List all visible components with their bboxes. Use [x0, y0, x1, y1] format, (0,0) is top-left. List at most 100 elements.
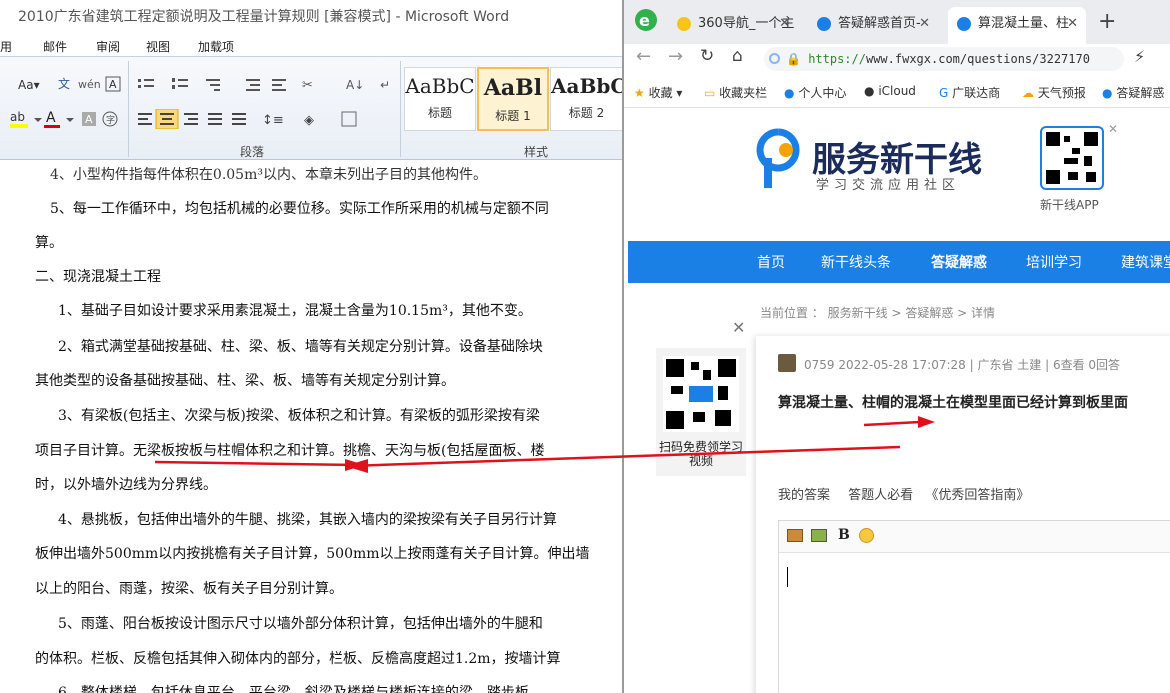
doc-line: 5、雨蓬、阳台板按设计图示尺寸以墙外部分体积计算，包括伸出墙外的牛腿和 [58, 616, 543, 632]
glodon-icon: G [939, 86, 949, 100]
folder-icon: ▭ [704, 86, 716, 100]
doc-line: 项目子目计算。无梁板按板与柱帽体积之和计算。挑檐、天沟与板(包括屋面板、楼 [35, 443, 545, 459]
tab-guide-link[interactable]: 《优秀回答指南》 [925, 488, 1029, 503]
browser-window: e 360导航_一个主 ✕ 答疑解惑首页- ✕ 算混凝土量、柱 ✕ + ← → … [622, 0, 1170, 693]
bookmark-icloud[interactable]: ● iCloud [864, 84, 916, 98]
tab-label: 答疑解惑首页- [838, 16, 921, 31]
logo-mark-icon [756, 128, 800, 188]
browser-tab-active[interactable]: 算混凝土量、柱 ✕ [948, 7, 1086, 44]
tab-label: 算混凝土量、柱 [978, 16, 1070, 31]
bookmark-glodon[interactable]: G 广联达商 [939, 84, 1000, 101]
doc-line: 二、现浇混凝土工程 [35, 269, 161, 285]
change-case-button[interactable]: Aa▾ [18, 75, 40, 95]
avatar[interactable] [778, 354, 796, 372]
svg-text:A: A [46, 110, 56, 126]
answer-editor[interactable]: B [778, 520, 1170, 693]
styles-group-label: 样式 [524, 145, 549, 159]
fwxgx-icon [957, 17, 971, 31]
bookmarks-bar: ★ 收藏 ▾ ▭ 收藏夹栏 ● 个人中心 ● iCloud G 广联达商 ☁ 天… [624, 78, 1170, 108]
address-bar: ← → ↻ ⌂ 🔒 https://www.fwxgx.com/question… [624, 44, 1170, 74]
ribbon-tab-review[interactable]: 审阅 [96, 38, 120, 55]
bookmark-personal[interactable]: ● 个人中心 [784, 84, 846, 101]
svg-text:文: 文 [58, 76, 70, 91]
ribbon-tab-mailings[interactable]: 邮件 [43, 38, 67, 55]
site-logo[interactable] [756, 128, 800, 194]
highlight-color-icon[interactable]: ab [8, 109, 44, 129]
url-path: www.fwxgx.com/questions/3227170 [865, 52, 1090, 66]
align-buttons-icon[interactable]: ↕≡ ◈ [136, 108, 376, 130]
tab-my-answer[interactable]: 我的答案 [778, 488, 830, 503]
style-heading-2[interactable]: AaBbC 标题 2 [550, 67, 622, 131]
nav-item-qa[interactable]: 答疑解惑 [931, 252, 987, 272]
weather-icon: ☁ [1022, 86, 1034, 100]
emoji-icon[interactable] [859, 528, 874, 543]
bookmark-weather[interactable]: ☁ 天气预报 [1022, 84, 1086, 101]
reload-icon[interactable]: ↻ [700, 46, 714, 66]
phonetic-guide-icon[interactable]: 文 wén A [58, 75, 128, 95]
svg-text:◈: ◈ [304, 113, 314, 128]
star-icon: ★ [634, 86, 645, 100]
svg-text:↵: ↵ [380, 78, 390, 92]
close-icon[interactable]: ✕ [732, 318, 745, 337]
answer-tabs: 我的答案 答题人必看 《优秀回答指南》 [778, 484, 1029, 503]
home-icon[interactable]: ⌂ [732, 46, 743, 66]
ribbon-tab-addins[interactable]: 加载项 [198, 38, 234, 55]
font-color-icon[interactable]: AA字 [44, 109, 124, 129]
url-input[interactable]: 🔒 https://www.fwxgx.com/questions/322717… [764, 47, 1124, 71]
ribbon-separator [128, 61, 129, 157]
doc-line: 板伸出墙外500mm以内按挑檐有关子目计算，500mm以上按雨蓬有关子目计算。伸… [35, 546, 590, 562]
list-buttons-icon[interactable]: ✂ A↓ ↵ [136, 75, 396, 95]
lightning-icon[interactable]: ⚡ [1134, 47, 1145, 66]
webpage: 服务新干线 学习交流应用社区 ✕ 新干线APP 首页 新干线头条 答疑解惑 培训… [624, 108, 1170, 693]
close-tab-icon[interactable]: ✕ [779, 7, 790, 41]
browser-logo-icon[interactable]: e [634, 8, 658, 36]
logo-subtitle: 学习交流应用社区 [816, 178, 961, 193]
svg-text:✂: ✂ [302, 78, 313, 93]
close-icon[interactable]: ✕ [1108, 122, 1118, 136]
paragraph-group-label: 段落 [240, 145, 265, 159]
close-tab-icon[interactable]: ✕ [919, 7, 930, 41]
style-heading-1[interactable]: AaBl 标题 1 [477, 67, 549, 131]
nav-item-training[interactable]: 培训学习 [1026, 252, 1082, 272]
browser-tab[interactable]: 答疑解惑首页- ✕ [808, 7, 938, 44]
security-icon [769, 53, 780, 64]
tab-must-read[interactable]: 答题人必看 [848, 488, 913, 503]
word-title-bar: 2010广东省建筑工程定额说明及工程量计算规则 [兼容模式] - Microso… [0, 0, 622, 34]
gallery-icon[interactable] [811, 529, 827, 542]
question-panel: 0759 2022-05-28 17:07:28 | 广东省 土建 | 6查看 … [756, 336, 1170, 693]
lock-icon: 🔒 [786, 52, 801, 66]
svg-text:A: A [109, 78, 117, 91]
side-qr-panel[interactable]: 扫码免费领学习视频 [656, 348, 746, 476]
new-tab-button[interactable]: + [1098, 9, 1116, 34]
svg-text:↕≡: ↕≡ [262, 113, 284, 128]
forward-icon[interactable]: → [668, 46, 683, 67]
ribbon-separator [400, 61, 401, 157]
doc-line: 3、有梁板(包括主、次梁与板)按梁、板体积之和计算。有梁板的弧形梁按有梁 [58, 408, 540, 424]
fwxgx-icon: ● [784, 86, 795, 100]
doc-line: 4、悬挑板，包括伸出墙外的牛腿、挑梁，其嵌入墙内的梁按梁有关子目另行计算 [58, 512, 557, 528]
style-title[interactable]: AaBbC 标题 [404, 67, 476, 131]
image-icon[interactable] [787, 529, 803, 542]
back-icon[interactable]: ← [636, 46, 651, 67]
bookmark-favorites[interactable]: ★ 收藏 ▾ [634, 84, 682, 101]
word-window: 2010广东省建筑工程定额说明及工程量计算规则 [兼容模式] - Microso… [0, 0, 622, 693]
360-icon [677, 17, 691, 31]
nav-item-classroom[interactable]: 建筑课堂 [1121, 252, 1170, 272]
ribbon-tab-truncated[interactable]: 用 [0, 38, 12, 55]
close-tab-icon[interactable]: ✕ [1067, 7, 1078, 41]
doc-line: 时，以外墙外边线为分界线。 [35, 477, 217, 493]
nav-item-home[interactable]: 首页 [757, 252, 785, 272]
breadcrumb: 当前位置 ： 服务新干线 > 答疑解惑 > 详情 [760, 306, 995, 320]
bookmark-qa[interactable]: ● 答疑解惑 [1102, 84, 1164, 101]
browser-tab-bar: e 360导航_一个主 ✕ 答疑解惑首页- ✕ 算混凝土量、柱 ✕ + [624, 0, 1170, 44]
apple-icon: ● [864, 84, 875, 98]
question-meta: 0759 2022-05-28 17:07:28 | 广东省 土建 | 6查看 … [804, 358, 1121, 372]
browser-tab[interactable]: 360导航_一个主 ✕ [668, 7, 798, 44]
document-body[interactable]: 4、小型构件指每件体积在0.05m³以内、本章未列出子目的其他构件。 5、每一工… [0, 160, 622, 693]
bookmark-folder[interactable]: ▭ 收藏夹栏 [704, 84, 767, 101]
app-qr-code [1040, 126, 1104, 190]
doc-line: 5、每一工作循环中，均包括机械的必要位移。实际工作所采用的机械与定额不同 [50, 201, 549, 217]
ribbon-tab-view[interactable]: 视图 [146, 38, 170, 55]
bold-button[interactable]: B [838, 527, 850, 543]
nav-item-headlines[interactable]: 新干线头条 [821, 252, 891, 272]
